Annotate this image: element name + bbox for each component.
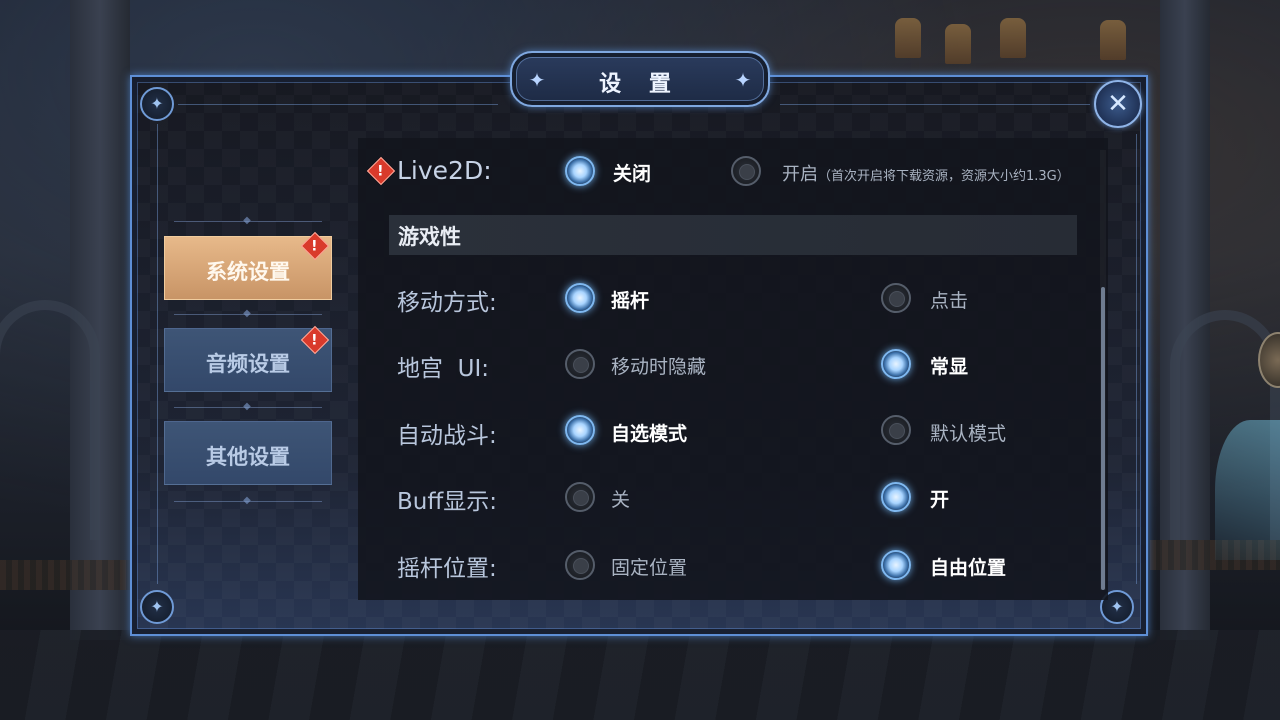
buff-display-off-radio[interactable] [565, 482, 595, 512]
live2d-on-label: 开启（首次开启将下载资源，资源大小约1.3G） [782, 164, 1070, 185]
dungeon-ui-hide-radio[interactable] [565, 349, 595, 379]
option-label: 点击 [930, 290, 969, 312]
joystick-fixed-radio[interactable] [565, 550, 595, 580]
option-label: 关 [611, 489, 631, 511]
tab-label: 系统设置 [206, 260, 290, 284]
bg-candle [895, 18, 921, 58]
panel-ornament-line [157, 124, 158, 584]
bg-candle [1000, 18, 1026, 58]
option-label: 自由位置 [930, 557, 1007, 579]
setting-label: 移动方式: [397, 290, 497, 316]
option-label: 摇杆 [611, 290, 650, 312]
live2d-label: Live2D: [397, 156, 492, 185]
corner-ornament-icon [140, 87, 174, 121]
bg-floor [0, 630, 1280, 720]
corner-ornament-icon [140, 590, 174, 624]
tab-label: 音频设置 [206, 352, 290, 376]
bg-fountain [1215, 420, 1280, 560]
close-button[interactable]: ✕ [1094, 80, 1142, 128]
setting-label: 摇杆位置: [397, 556, 497, 582]
page-title: 设 置 [599, 72, 681, 97]
tab-other-settings[interactable]: 其他设置 [164, 421, 332, 485]
move-mode-joystick-radio[interactable] [565, 283, 595, 313]
scrollbar-thumb[interactable] [1101, 287, 1105, 590]
panel-ornament-line [178, 104, 498, 105]
auto-battle-custom-radio[interactable] [565, 415, 595, 445]
option-label: 常显 [930, 356, 969, 378]
tab-label: 其他设置 [206, 445, 290, 469]
close-icon: ✕ [1107, 89, 1129, 119]
panel-ornament-line [1136, 134, 1137, 584]
bg-candle [1100, 20, 1126, 60]
tab-divider: ◆ [168, 496, 328, 506]
title-star-icon: ✦ [734, 68, 752, 92]
auto-battle-default-radio[interactable] [881, 415, 911, 445]
live2d-off-radio[interactable] [565, 156, 595, 186]
option-label: 固定位置 [611, 557, 688, 579]
live2d-off-label: 关闭 [613, 163, 652, 185]
option-label: 自选模式 [611, 423, 688, 445]
panel-ornament-line [780, 104, 1090, 105]
live2d-note: （首次开启将下载资源，资源大小约1.3G） [818, 169, 1070, 184]
setting-label: 自动战斗: [397, 423, 497, 449]
option-label: 移动时隐藏 [611, 356, 707, 378]
joystick-free-radio[interactable] [881, 550, 911, 580]
section-header: 游戏性 [389, 215, 1077, 255]
dungeon-ui-always-radio[interactable] [881, 349, 911, 379]
tab-divider: ◆ [168, 309, 328, 319]
live2d-on-radio[interactable] [731, 156, 761, 186]
title-plaque: ✦ 设 置 ✦ [510, 51, 770, 107]
setting-label: Buff显示: [397, 489, 497, 515]
buff-display-on-radio[interactable] [881, 482, 911, 512]
move-mode-click-radio[interactable] [881, 283, 911, 313]
bg-arch [0, 300, 100, 540]
setting-label: 地宫 UI: [397, 356, 489, 382]
bg-bookshelf [0, 560, 130, 590]
bg-candle [945, 24, 971, 64]
option-label: 默认模式 [930, 423, 1007, 445]
tab-divider: ◆ [168, 216, 328, 226]
section-title: 游戏性 [398, 225, 461, 249]
option-label: 开 [930, 489, 950, 511]
tab-divider: ◆ [168, 402, 328, 412]
